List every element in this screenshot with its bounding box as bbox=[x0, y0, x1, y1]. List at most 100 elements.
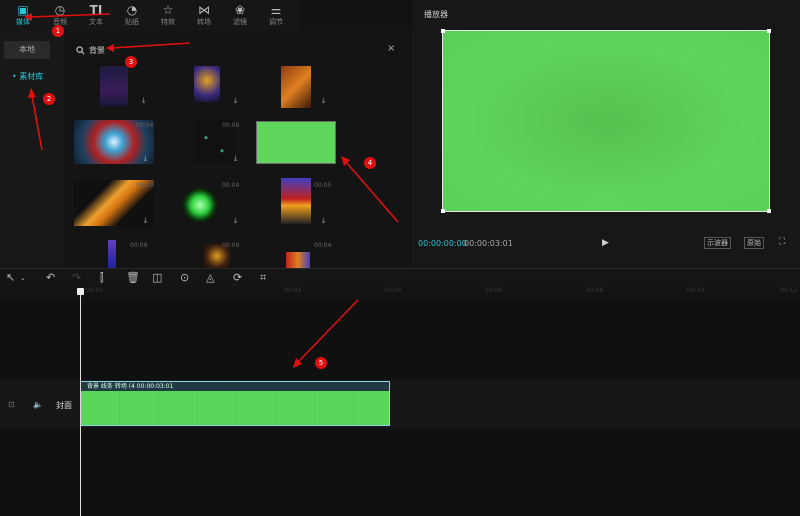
duration-label: 00:05 bbox=[314, 182, 332, 189]
media-sidebar: 本地 • 素材库 bbox=[0, 30, 64, 268]
search-icon bbox=[76, 45, 85, 54]
duration-label: 00:04 bbox=[136, 122, 154, 129]
chevron-down-icon[interactable]: ⌄ bbox=[20, 274, 26, 282]
select-cursor-icon[interactable]: ↖ bbox=[6, 271, 15, 284]
duration-label: 00:09 bbox=[222, 122, 240, 129]
playhead[interactable] bbox=[80, 290, 81, 516]
search-bar[interactable]: 背景 bbox=[76, 44, 105, 56]
player-title: 播放器 bbox=[424, 10, 448, 19]
tab-effects-label: 特效 bbox=[161, 18, 175, 26]
ruler-label: 00:10 bbox=[687, 287, 705, 294]
reverse-icon[interactable]: ⊙ bbox=[180, 271, 189, 284]
player-panel: 播放器 00:00:00:00 00:00:03:01 ▶ 示波器 原始 ⛶ bbox=[412, 0, 800, 268]
undo-icon[interactable]: ↶ bbox=[46, 271, 55, 284]
playhead-handle[interactable] bbox=[77, 288, 84, 295]
tab-filter-label: 滤镜 bbox=[233, 18, 247, 26]
annotation-badge: 5 bbox=[315, 357, 327, 369]
transition-icon: ⋈ bbox=[198, 3, 210, 17]
tab-filter[interactable]: ❀ 滤镜 bbox=[223, 2, 257, 30]
filter-icon: ❀ bbox=[234, 3, 246, 17]
media-thumbnail[interactable] bbox=[100, 66, 128, 106]
fullscreen-icon[interactable]: ⛶ bbox=[779, 237, 785, 247]
ruler-label: 00:00 bbox=[86, 287, 104, 294]
ruler-label: 00:08 bbox=[586, 287, 604, 294]
media-thumbnail[interactable] bbox=[194, 66, 220, 102]
sidebar-item-local[interactable]: 本地 bbox=[4, 41, 50, 59]
resize-handle[interactable] bbox=[767, 209, 771, 213]
download-icon[interactable]: ⤓ bbox=[322, 216, 325, 225]
media-toolbar: ▣ 媒体 ◷ 音频 TI 文本 ◔ 贴纸 ☆ 特效 ⋈ 转场 ❀ 滤镜 ⚌ 调节 bbox=[0, 0, 300, 30]
duration-label: 00:04 bbox=[222, 182, 240, 189]
tab-effects[interactable]: ☆ 特效 bbox=[151, 2, 185, 30]
ruler-label: 00:12 bbox=[780, 287, 798, 294]
ruler-label: 00:06 bbox=[485, 287, 503, 294]
annotation-badge: 4 bbox=[364, 157, 376, 169]
tab-adjust-label: 调节 bbox=[269, 18, 283, 26]
media-thumbnail[interactable] bbox=[182, 188, 218, 222]
download-icon[interactable]: ⤓ bbox=[322, 96, 325, 105]
total-time: 00:00:03:01 bbox=[464, 239, 513, 248]
rotate-icon[interactable]: ⟳ bbox=[233, 271, 242, 284]
resize-handle[interactable] bbox=[441, 29, 445, 33]
timeline-tracks[interactable]: ⊡ 🔈 封面 背景 线条 转场 (4 00:00:03:01 bbox=[0, 298, 800, 516]
tab-sticker-label: 贴纸 bbox=[125, 18, 139, 26]
split-icon[interactable]: ⫿ bbox=[100, 271, 104, 285]
duration-label: 00:09 bbox=[222, 242, 240, 249]
ruler-label: 00:02 bbox=[284, 287, 302, 294]
text-icon: TI bbox=[89, 3, 103, 17]
download-icon[interactable]: ⤓ bbox=[142, 96, 145, 105]
delete-icon[interactable]: 🗑 bbox=[126, 271, 140, 284]
media-thumbnail-green-screen[interactable] bbox=[256, 121, 336, 164]
clip-title: 背景 线条 转场 (4 00:00:03:01 bbox=[81, 382, 389, 391]
cover-button[interactable]: 封面 bbox=[56, 400, 72, 411]
crop-icon[interactable]: ⌗ bbox=[260, 271, 266, 285]
annotation-badge: 1 bbox=[52, 25, 64, 37]
media-library-panel: 背景 × ⤓ ⤓ ⤓ 00:04 ⤓ 00:09 ⤓ 00:20 ⤓ 00:04… bbox=[64, 30, 410, 268]
tab-adjust[interactable]: ⚌ 调节 bbox=[259, 2, 293, 30]
close-icon[interactable]: × bbox=[387, 43, 395, 54]
media-thumbnail[interactable] bbox=[281, 178, 311, 224]
media-thumbnail[interactable] bbox=[108, 240, 116, 268]
media-thumbnail[interactable] bbox=[281, 66, 311, 108]
video-clip[interactable]: 背景 线条 转场 (4 00:00:03:01 bbox=[80, 381, 390, 426]
timeline-ruler[interactable]: 00:00 00:02 00:04 00:06 00:08 00:10 00:1… bbox=[0, 286, 800, 298]
duration-label: 00:09 bbox=[130, 242, 148, 249]
timeline-toolbar: ↖ ⌄ ↶ ↷ ⫿ 🗑 ◫ ⊙ ◬ ⟳ ⌗ bbox=[0, 268, 800, 286]
audio-icon: ◷ bbox=[54, 3, 66, 17]
sticker-icon: ◔ bbox=[126, 3, 138, 17]
clip-filmstrip bbox=[81, 391, 389, 425]
tab-sticker[interactable]: ◔ 贴纸 bbox=[115, 2, 149, 30]
download-icon[interactable]: ⤓ bbox=[144, 154, 147, 163]
tab-transition[interactable]: ⋈ 转场 bbox=[187, 2, 221, 30]
resize-handle[interactable] bbox=[441, 209, 445, 213]
download-icon[interactable]: ⤓ bbox=[234, 216, 237, 225]
mute-track-icon[interactable]: 🔈 bbox=[33, 400, 43, 409]
sidebar-item-library[interactable]: • 素材库 bbox=[6, 68, 58, 86]
tab-text-label: 文本 bbox=[89, 18, 103, 26]
aspect-ratio-button[interactable]: 原始 bbox=[744, 237, 764, 249]
preview-canvas[interactable] bbox=[441, 29, 771, 213]
lock-track-icon[interactable]: ⊡ bbox=[8, 400, 15, 409]
tab-media[interactable]: ▣ 媒体 bbox=[6, 2, 40, 30]
download-icon[interactable]: ⤓ bbox=[144, 216, 147, 225]
effects-icon: ☆ bbox=[162, 3, 174, 17]
media-icon: ▣ bbox=[17, 3, 29, 17]
resize-handle[interactable] bbox=[767, 29, 771, 33]
current-time: 00:00:00:00 bbox=[418, 239, 467, 248]
freeze-icon[interactable]: ◫ bbox=[152, 271, 162, 284]
ruler-label: 00:04 bbox=[384, 287, 402, 294]
tab-text[interactable]: TI 文本 bbox=[79, 2, 113, 30]
oscilloscope-button[interactable]: 示波器 bbox=[704, 237, 731, 249]
tab-media-label: 媒体 bbox=[16, 18, 30, 26]
redo-icon[interactable]: ↷ bbox=[72, 271, 81, 284]
mirror-icon[interactable]: ◬ bbox=[206, 271, 214, 284]
download-icon[interactable]: ⤓ bbox=[234, 154, 237, 163]
media-thumbnail[interactable] bbox=[286, 252, 310, 268]
search-input[interactable]: 背景 bbox=[89, 45, 105, 56]
duration-label: 00:04 bbox=[314, 242, 332, 249]
tab-transition-label: 转场 bbox=[197, 18, 211, 26]
play-button[interactable]: ▶ bbox=[602, 238, 609, 248]
annotation-badge: 3 bbox=[125, 56, 137, 68]
download-icon[interactable]: ⤓ bbox=[234, 96, 237, 105]
annotation-badge: 2 bbox=[43, 93, 55, 105]
